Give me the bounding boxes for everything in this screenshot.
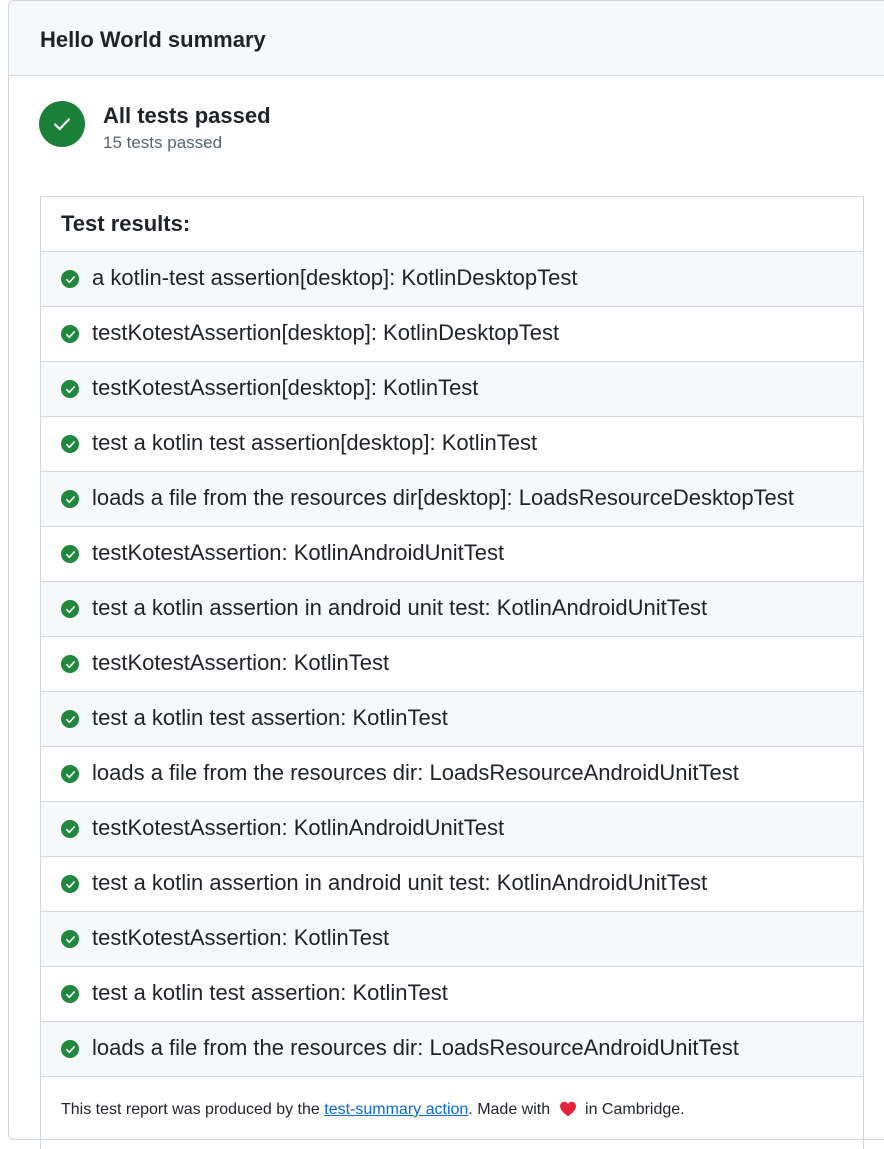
test-result-row: testKotestAssertion: KotlinAndroidUnitTe… xyxy=(41,527,863,582)
test-result-label: test a kotlin assertion in android unit … xyxy=(92,870,708,895)
test-result-row: loads a file from the resources dir: Loa… xyxy=(41,1022,863,1077)
status-text: All tests passed 15 tests passed xyxy=(103,101,271,153)
test-result-label: testKotestAssertion: KotlinAndroidUnitTe… xyxy=(92,540,505,565)
test-result-label: test a kotlin assertion in android unit … xyxy=(92,595,708,620)
summary-title: Hello World summary xyxy=(40,27,266,52)
check-circle-icon xyxy=(61,930,79,948)
test-result-row: test a kotlin assertion in android unit … xyxy=(41,857,863,912)
check-circle-icon xyxy=(61,545,79,563)
summary-panel: Hello World summary All tests passed 15 … xyxy=(8,0,884,1149)
test-result-row: loads a file from the resources dir: Loa… xyxy=(41,747,863,802)
test-result-label: test a kotlin test assertion: KotlinTest xyxy=(92,705,448,730)
check-circle-icon xyxy=(61,985,79,1003)
footer-suffix: in Cambridge. xyxy=(585,1101,685,1118)
test-result-label: testKotestAssertion: KotlinAndroidUnitTe… xyxy=(92,815,505,840)
report-footer: This test report was produced by the tes… xyxy=(41,1077,863,1149)
status-row: All tests passed 15 tests passed xyxy=(39,101,271,153)
status-subtitle: 15 tests passed xyxy=(103,133,223,152)
test-result-label: test a kotlin test assertion: KotlinTest xyxy=(92,980,448,1005)
test-results-table: Test results: a kotlin-test assertion[de… xyxy=(40,196,864,1149)
test-results-rows: a kotlin-test assertion[desktop]: Kotlin… xyxy=(41,252,863,1077)
footer-middle: . Made with xyxy=(468,1101,551,1118)
check-circle-icon xyxy=(61,1040,79,1058)
footer-prefix: This test report was produced by the xyxy=(61,1101,325,1118)
test-result-row: testKotestAssertion: KotlinTest xyxy=(41,912,863,967)
check-circle-icon xyxy=(61,490,79,508)
test-result-label: testKotestAssertion[desktop]: KotlinTest xyxy=(92,375,479,400)
test-result-row: testKotestAssertion[desktop]: KotlinDesk… xyxy=(41,307,863,362)
test-result-row: testKotestAssertion: KotlinAndroidUnitTe… xyxy=(41,802,863,857)
status-title: All tests passed xyxy=(103,103,271,128)
test-summary-action-link[interactable]: test-summary action xyxy=(324,1101,468,1118)
check-circle-icon xyxy=(61,655,79,673)
check-circle-icon xyxy=(61,710,79,728)
test-result-row: test a kotlin test assertion[desktop]: K… xyxy=(41,417,863,472)
test-result-label: testKotestAssertion[desktop]: KotlinDesk… xyxy=(92,320,560,345)
test-result-row: a kotlin-test assertion[desktop]: Kotlin… xyxy=(41,252,863,307)
test-result-label: test a kotlin test assertion[desktop]: K… xyxy=(92,430,538,455)
check-circle-icon xyxy=(61,765,79,783)
summary-header: Hello World summary xyxy=(9,1,884,76)
test-result-label: loads a file from the resources dir[desk… xyxy=(92,485,794,510)
check-circle-icon xyxy=(61,325,79,343)
heart-icon xyxy=(559,1101,577,1122)
test-result-row: testKotestAssertion: KotlinTest xyxy=(41,637,863,692)
test-result-label: testKotestAssertion: KotlinTest xyxy=(92,925,390,950)
test-result-label: a kotlin-test assertion[desktop]: Kotlin… xyxy=(92,265,578,290)
test-result-row: test a kotlin test assertion: KotlinTest xyxy=(41,967,863,1022)
check-circle-icon xyxy=(61,600,79,618)
test-result-row: test a kotlin assertion in android unit … xyxy=(41,582,863,637)
check-circle-icon xyxy=(61,435,79,453)
check-circle-icon xyxy=(61,875,79,893)
test-result-label: loads a file from the resources dir: Loa… xyxy=(92,760,739,785)
test-result-row: test a kotlin test assertion: KotlinTest xyxy=(41,692,863,747)
test-result-row: loads a file from the resources dir[desk… xyxy=(41,472,863,527)
check-circle-icon xyxy=(61,270,79,288)
check-circle-icon xyxy=(61,380,79,398)
test-result-row: testKotestAssertion[desktop]: KotlinTest xyxy=(41,362,863,417)
test-results-header: Test results: xyxy=(41,197,863,252)
test-result-label: testKotestAssertion: KotlinTest xyxy=(92,650,390,675)
check-circle-icon xyxy=(39,101,85,147)
check-circle-icon xyxy=(61,820,79,838)
test-result-label: loads a file from the resources dir: Loa… xyxy=(92,1035,739,1060)
